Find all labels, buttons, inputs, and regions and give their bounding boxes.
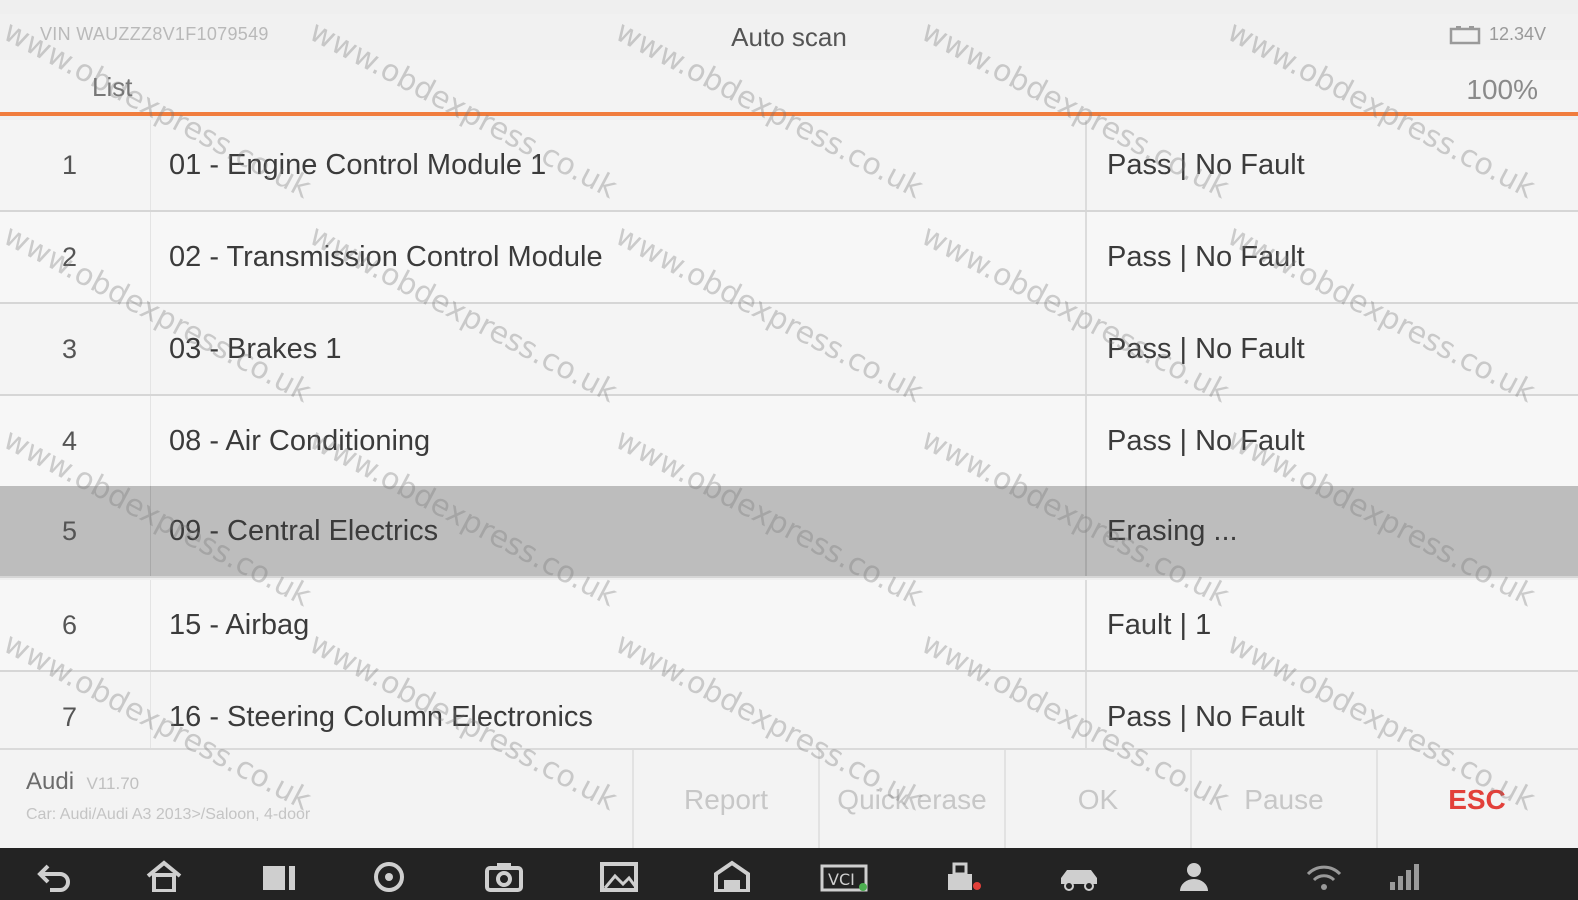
browser-icon[interactable] — [365, 858, 413, 894]
gallery-icon[interactable] — [595, 858, 643, 894]
list-label: List — [92, 72, 133, 102]
module-name: 08 - Air Conditioning — [150, 396, 1085, 486]
row-number: 5 — [62, 515, 78, 546]
system-nav-bar: VCI — [0, 848, 1578, 900]
back-icon[interactable] — [30, 858, 78, 894]
module-name: 03 - Brakes 1 — [150, 304, 1085, 394]
table-row[interactable]: 3 03 - Brakes 1 Pass | No Fault — [0, 304, 1578, 396]
module-status: Pass | No Fault — [1085, 304, 1578, 394]
table-row[interactable]: 1 01 - Engine Control Module 1 Pass | No… — [0, 120, 1578, 212]
wifi-status-icon — [1300, 858, 1348, 894]
module-status: Fault | 1 — [1085, 580, 1578, 670]
table-row[interactable]: 4 08 - Air Conditioning Pass | No Fault — [0, 396, 1578, 488]
software-version: V11.70 — [86, 774, 140, 793]
scan-progress: 100% — [1466, 74, 1538, 105]
row-number: 3 — [62, 333, 78, 364]
module-name: 01 - Engine Control Module 1 — [150, 120, 1085, 210]
vehicle-info: Audi V11.70 Car: Audi/Audi A3 2013>/Salo… — [26, 768, 626, 824]
user-icon[interactable] — [1170, 858, 1218, 894]
diagnostics-icon[interactable] — [940, 858, 988, 894]
vehicle-description: Car: Audi/Audi A3 2013>/Saloon, 4-door — [26, 806, 311, 823]
row-number: 7 — [62, 701, 78, 732]
module-status: Pass | No Fault — [1085, 212, 1578, 302]
autoscan-screen: VIN WAUZZZ8V1F1079549 Auto scan 12.34V L… — [0, 0, 1578, 900]
esc-button[interactable]: ESC — [1376, 750, 1576, 850]
row-number: 6 — [62, 609, 78, 640]
report-button[interactable]: Report — [632, 750, 818, 850]
signal-status-icon — [1380, 858, 1428, 894]
vci-icon[interactable]: VCI — [820, 858, 868, 894]
top-status-bar: VIN WAUZZZ8V1F1079549 Auto scan 12.34V — [0, 14, 1578, 60]
pause-button[interactable]: Pause — [1190, 750, 1376, 850]
vehicle-brand: Audi — [26, 768, 75, 795]
row-number: 4 — [62, 425, 78, 456]
car-icon[interactable] — [1055, 858, 1103, 894]
table-row[interactable]: 6 15 - Airbag Fault | 1 — [0, 580, 1578, 672]
quick-erase-button[interactable]: Quick erase — [818, 750, 1004, 850]
module-name: 09 - Central Electrics — [150, 486, 1085, 576]
garage-icon[interactable] — [708, 858, 756, 894]
table-row[interactable]: 2 02 - Transmission Control Module Pass … — [0, 212, 1578, 304]
table-row-active[interactable]: 5 09 - Central Electrics Erasing ... — [0, 486, 1578, 578]
page-title: Auto scan — [731, 22, 847, 52]
module-table: 1 01 - Engine Control Module 1 Pass | No… — [0, 120, 1578, 764]
action-bar: Audi V11.70 Car: Audi/Audi A3 2013>/Salo… — [0, 748, 1578, 850]
module-status: Pass | No Fault — [1085, 396, 1578, 486]
camera-icon[interactable] — [480, 858, 528, 894]
battery-status: 12.34V — [1449, 24, 1546, 45]
battery-icon — [1449, 25, 1481, 45]
module-status: Pass | No Fault — [1085, 120, 1578, 210]
battery-voltage: 12.34V — [1488, 24, 1546, 44]
home-icon[interactable] — [140, 858, 188, 894]
row-number: 2 — [62, 241, 78, 272]
recent-apps-icon[interactable] — [255, 858, 303, 894]
row-number: 1 — [62, 149, 78, 180]
list-header: List 100% — [0, 60, 1578, 116]
module-name: 15 - Airbag — [150, 580, 1085, 670]
ok-button[interactable]: OK — [1004, 750, 1190, 850]
module-name: 02 - Transmission Control Module — [150, 212, 1085, 302]
svg-text:VCI: VCI — [828, 870, 855, 889]
module-status: Erasing ... — [1085, 486, 1578, 576]
